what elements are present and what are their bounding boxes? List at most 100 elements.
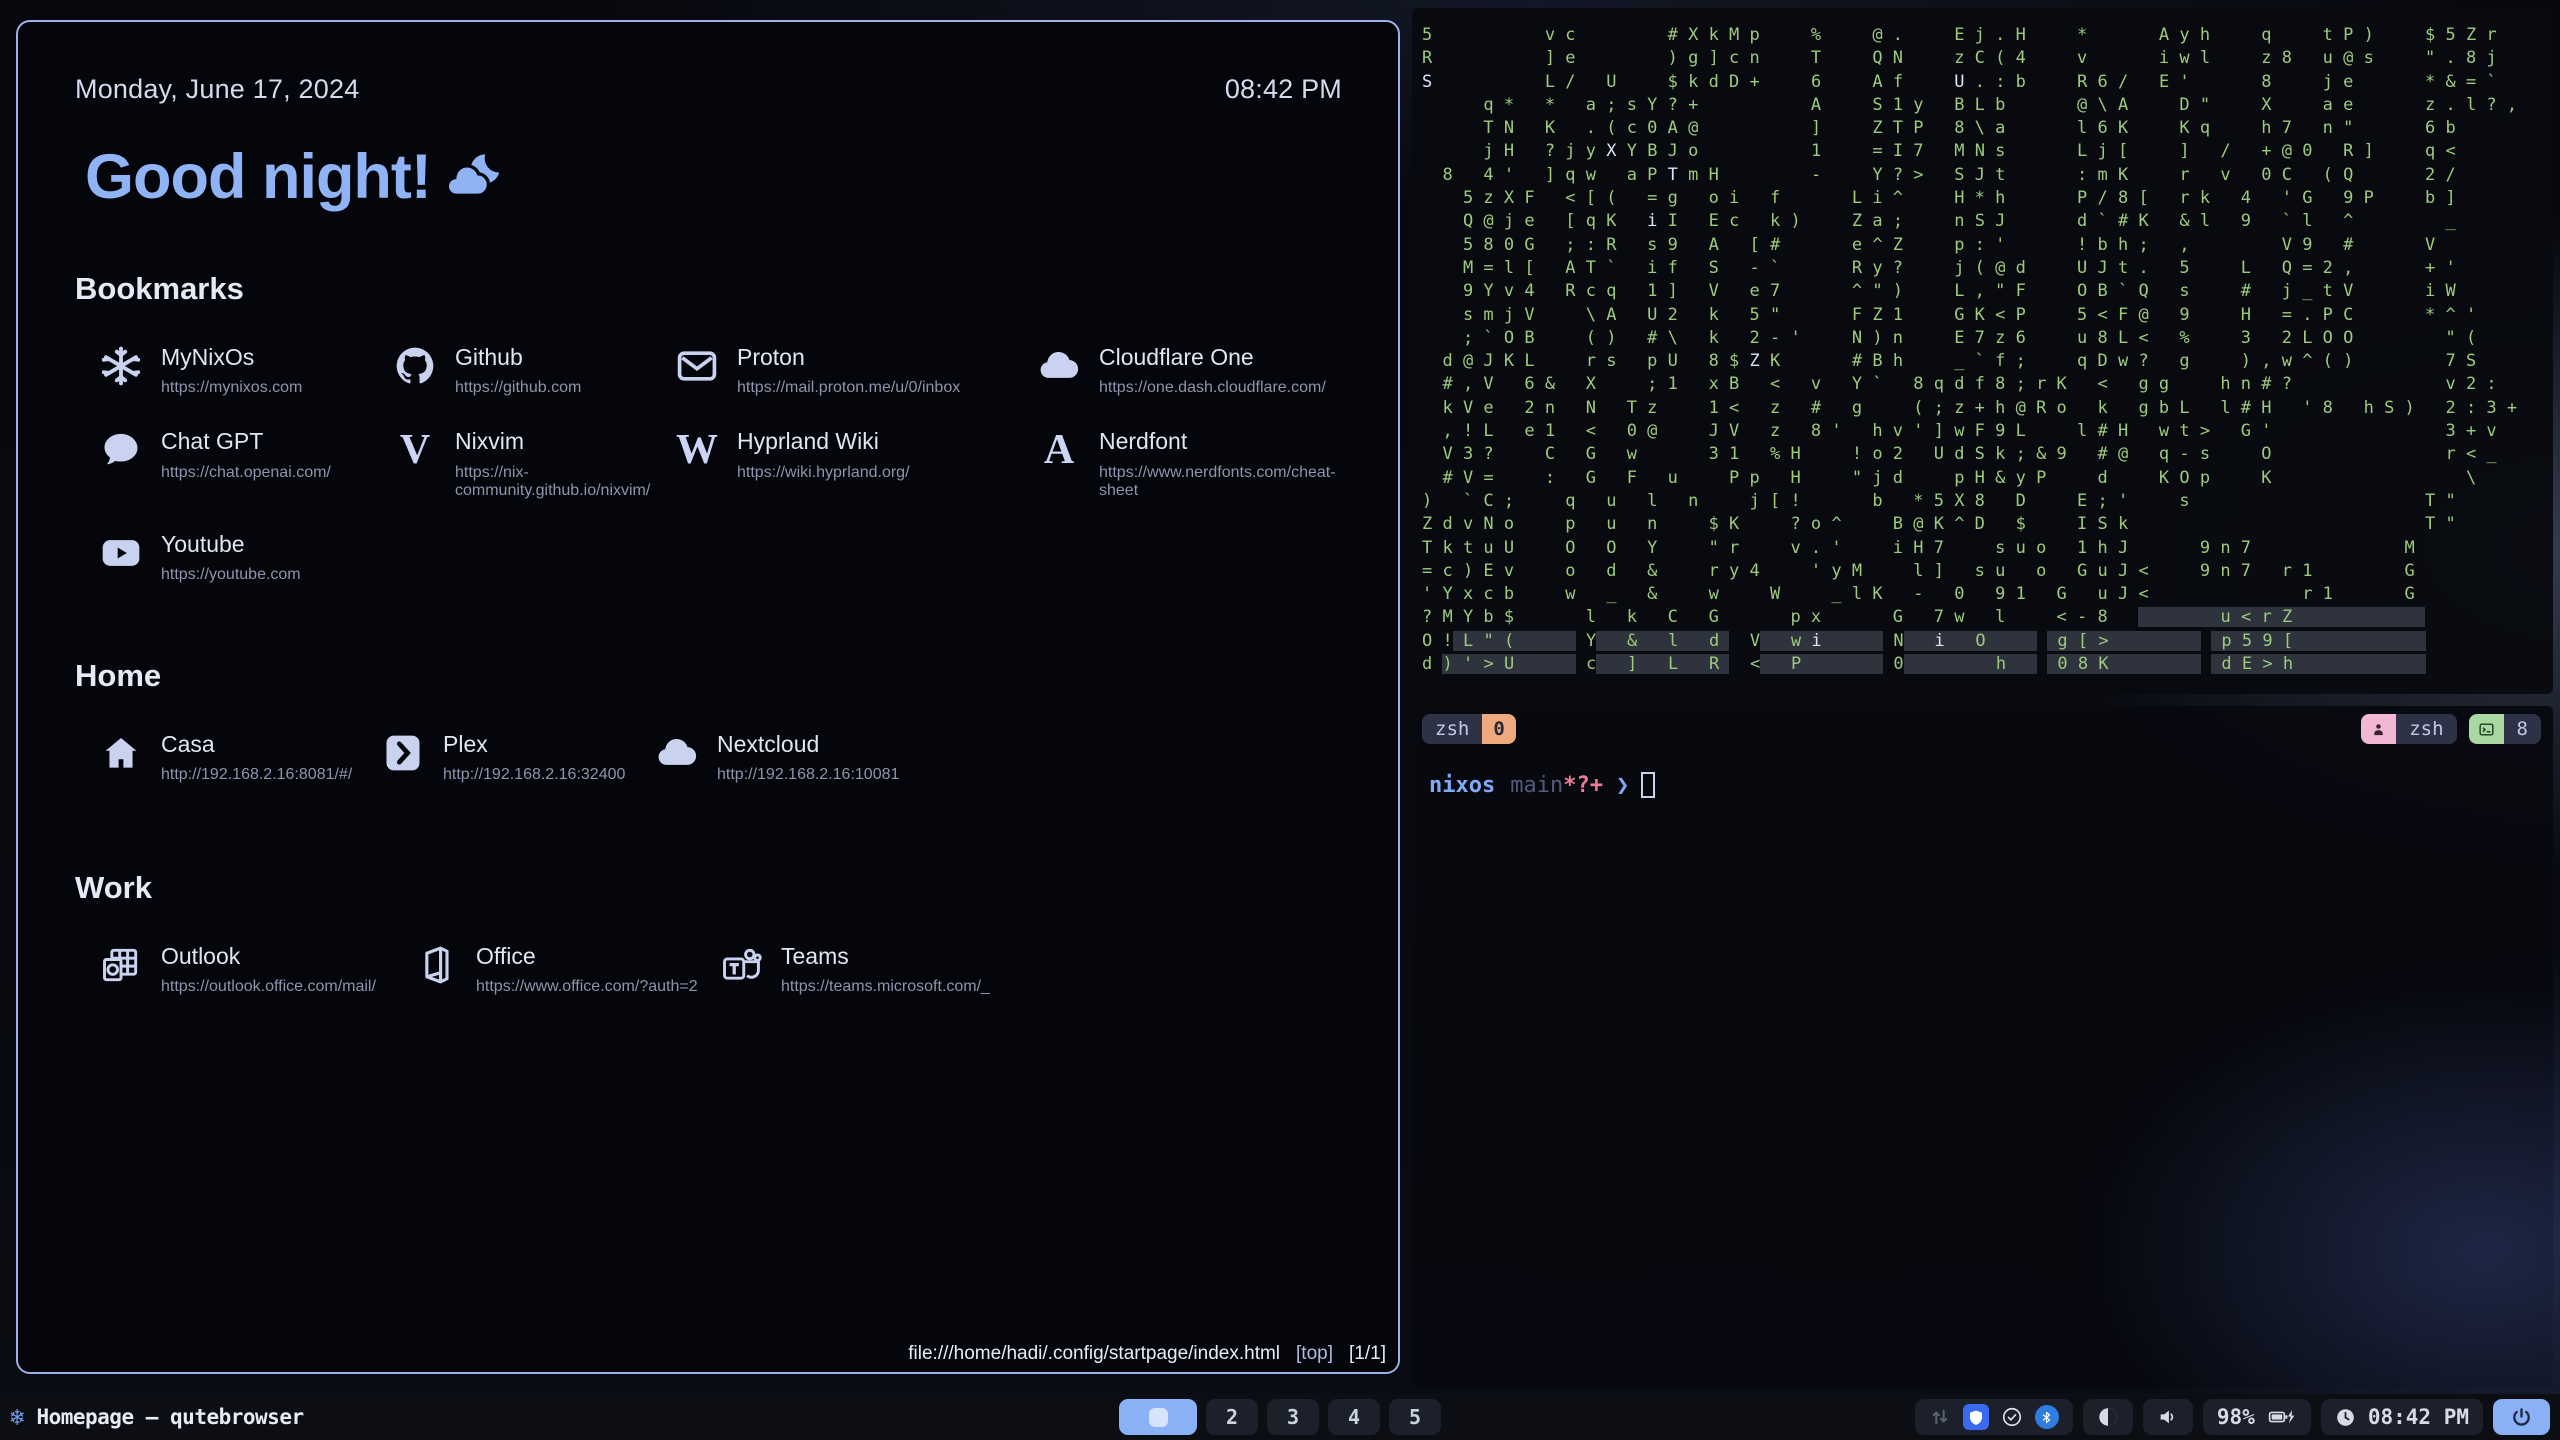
text-cursor bbox=[1641, 772, 1655, 798]
cmatrix-terminal-window[interactable]: 5 v c # X k M p % @ . E j . H * A y h q … bbox=[1412, 8, 2553, 694]
bookmark-name: Hyprland Wiki bbox=[737, 429, 910, 454]
power-button[interactable] bbox=[2493, 1399, 2550, 1435]
clock-module[interactable]: 08:42 PM bbox=[2321, 1399, 2483, 1435]
bookmark-name: Plex bbox=[443, 732, 625, 757]
statusbar-tab-counter: [1/1] bbox=[1349, 1343, 1386, 1365]
date-label: Monday, June 17, 2024 bbox=[75, 74, 359, 105]
workspace-4[interactable]: 4 bbox=[1328, 1399, 1380, 1435]
cloud-icon bbox=[1036, 343, 1082, 389]
tmux-window-index: 0 bbox=[1482, 714, 1515, 744]
active-window-title: Homepage — qutebrowser bbox=[36, 1405, 303, 1429]
workspace-2[interactable]: 2 bbox=[1206, 1399, 1258, 1435]
bookmark-nextcloud[interactable]: Nextcloudhttp://192.168.2.16:10081 bbox=[654, 730, 1342, 784]
letter-w-icon: W bbox=[674, 427, 720, 473]
bookmark-url: https://one.dash.cloudflare.com/ bbox=[1099, 379, 1326, 397]
nixos-logo-icon: ❄ bbox=[10, 1403, 24, 1431]
statusbar-scroll-indicator: [top] bbox=[1296, 1343, 1333, 1365]
bookmark-name: MyNixOs bbox=[161, 345, 302, 370]
cloud-icon bbox=[654, 730, 700, 776]
person-icon bbox=[2361, 714, 2396, 744]
bookmark-hyprland-wiki[interactable]: W Hyprland Wiki https://wiki.hyprland.org/ bbox=[674, 427, 1036, 499]
bookmark-name: Nixvim bbox=[455, 429, 674, 454]
bookmark-office[interactable]: Office https://www.office.com/?auth=2 bbox=[413, 942, 718, 996]
bluetooth-icon[interactable] bbox=[2035, 1405, 2059, 1429]
tmux-status-label: 8 bbox=[2504, 714, 2541, 744]
waybar-right-modules: 98% 08:42 PM bbox=[1915, 1399, 2550, 1435]
bookmark-url: https://mynixos.com bbox=[161, 379, 302, 397]
bookmark-plex[interactable]: Plex http://192.168.2.16:32400 bbox=[380, 730, 654, 784]
section-title: Bookmarks bbox=[75, 271, 1342, 307]
bookmark-mynixos[interactable]: MyNixOs https://mynixos.com bbox=[98, 343, 392, 397]
power-icon bbox=[2510, 1406, 2533, 1429]
chat-bubble-icon bbox=[98, 427, 144, 473]
tmux-right-status: zsh 8 bbox=[2361, 714, 2541, 744]
matrix-output: 5 v c # X k M p % @ . E j . H * A y h q … bbox=[1412, 8, 2553, 676]
bookmark-url: http://192.168.2.16:8081/#/ bbox=[161, 766, 352, 784]
startpage-header: Monday, June 17, 2024 08:42 PM bbox=[75, 74, 1342, 105]
youtube-icon bbox=[98, 530, 144, 576]
prompt-host: nixos bbox=[1429, 773, 1495, 798]
teams-icon bbox=[718, 942, 764, 988]
night-light-toggle[interactable] bbox=[2083, 1399, 2133, 1435]
prompt-git-branch: main bbox=[1510, 773, 1563, 798]
bookmark-proton[interactable]: Protonhttps://mail.proton.me/u/0/inbox bbox=[674, 343, 1036, 397]
bookmark-url: https://youtube.com bbox=[161, 566, 301, 584]
bookmark-nerdfont[interactable]: ANerdfonthttps://www.nerdfonts.com/cheat… bbox=[1036, 427, 1342, 499]
bookmark-url: https://wiki.hyprland.org/ bbox=[737, 464, 910, 482]
tmux-status-pill: 8 bbox=[2469, 714, 2541, 744]
bookmark-url: https://www.nerdfonts.com/cheat-sheet bbox=[1099, 464, 1342, 500]
section-items: Outlookhttps://outlook.office.com/mail/O… bbox=[98, 942, 1342, 996]
bitwarden-icon[interactable] bbox=[1963, 1404, 1989, 1430]
outlook-icon bbox=[98, 942, 144, 988]
office-icon bbox=[413, 942, 459, 988]
github-icon bbox=[392, 343, 438, 389]
plex-chevron-icon bbox=[380, 730, 426, 776]
shell-terminal-window[interactable]: zsh 0 zsh 8 nixos main *?+ ❯ bbox=[1412, 706, 2553, 1388]
bookmark-github[interactable]: Githubhttps://github.com bbox=[392, 343, 674, 397]
half-moon-icon bbox=[2097, 1406, 2119, 1428]
check-circle-icon[interactable] bbox=[2001, 1406, 2023, 1428]
volume-module[interactable] bbox=[2143, 1399, 2193, 1435]
nix-snowflake-icon bbox=[98, 343, 144, 389]
bookmark-nixvim[interactable]: VNixvimhttps://nix-community.github.io/n… bbox=[392, 427, 674, 499]
bookmark-name: Office bbox=[476, 944, 698, 969]
bookmark-url: http://192.168.2.16:10081 bbox=[717, 766, 899, 784]
battery-module[interactable]: 98% bbox=[2203, 1399, 2311, 1435]
waybar: ❄ Homepage — qutebrowser 2345 98% bbox=[0, 1394, 2560, 1440]
tmux-window-name: zsh bbox=[1422, 714, 1482, 744]
tmux-window-pill[interactable]: zsh 0 bbox=[1422, 714, 1516, 744]
active-workspace-indicator bbox=[1149, 1408, 1168, 1427]
bookmark-cloudflare-one[interactable]: Cloudflare Onehttps://one.dash.cloudflar… bbox=[1036, 343, 1342, 397]
qutebrowser-statusbar: file:///home/hadi/.config/startpage/inde… bbox=[18, 1340, 1398, 1372]
qutebrowser-window[interactable]: Monday, June 17, 2024 08:42 PM Good nigh… bbox=[16, 20, 1400, 1374]
prompt-git-flags: *?+ bbox=[1563, 773, 1603, 798]
bookmark-url: https://nix-community.github.io/nixvim/ bbox=[455, 464, 674, 500]
bookmark-url: https://www.office.com/?auth=2 bbox=[476, 978, 698, 996]
section-title: Work bbox=[75, 870, 1342, 906]
clock-text: 08:42 PM bbox=[2368, 1405, 2469, 1429]
workspace-3[interactable]: 3 bbox=[1267, 1399, 1319, 1435]
section-items: Casa http://192.168.2.16:8081/#/ Plex http:… bbox=[98, 730, 1342, 784]
workspace-1-active[interactable] bbox=[1119, 1399, 1197, 1435]
section-items: MyNixOs https://mynixos.com Githubhttps://… bbox=[98, 343, 1342, 584]
greeting-text: Good night! bbox=[85, 141, 431, 213]
bookmark-url: https://github.com bbox=[455, 379, 581, 397]
workspace-5[interactable]: 5 bbox=[1389, 1399, 1441, 1435]
network-arrows-icon[interactable] bbox=[1929, 1406, 1951, 1428]
shell-prompt[interactable]: nixos main *?+ ❯ bbox=[1429, 772, 2553, 798]
tmux-status-label: zsh bbox=[2396, 714, 2456, 744]
bookmark-url: http://192.168.2.16:32400 bbox=[443, 766, 625, 784]
clock-icon bbox=[2335, 1407, 2356, 1428]
bookmark-chat-gpt[interactable]: Chat GPThttps://chat.openai.com/ bbox=[98, 427, 392, 499]
bookmark-name: Casa bbox=[161, 732, 352, 757]
startpage: Monday, June 17, 2024 08:42 PM Good nigh… bbox=[18, 22, 1398, 996]
section-title: Home bbox=[75, 658, 1342, 694]
bookmark-casa[interactable]: Casa http://192.168.2.16:8081/#/ bbox=[98, 730, 380, 784]
bookmark-teams[interactable]: Teamshttps://teams.microsoft.com/_ bbox=[718, 942, 1342, 996]
tmux-statusbar: zsh 0 zsh 8 bbox=[1422, 714, 2541, 744]
bookmark-youtube[interactable]: Youtubehttps://youtube.com bbox=[98, 530, 392, 584]
bookmark-url: https://teams.microsoft.com/_ bbox=[781, 978, 990, 996]
bookmark-outlook[interactable]: Outlookhttps://outlook.office.com/mail/ bbox=[98, 942, 413, 996]
waybar-window-title-module: ❄ Homepage — qutebrowser bbox=[10, 1403, 304, 1431]
section-work: Work Outlookhttps://outlook.office.com/ma… bbox=[75, 870, 1342, 996]
